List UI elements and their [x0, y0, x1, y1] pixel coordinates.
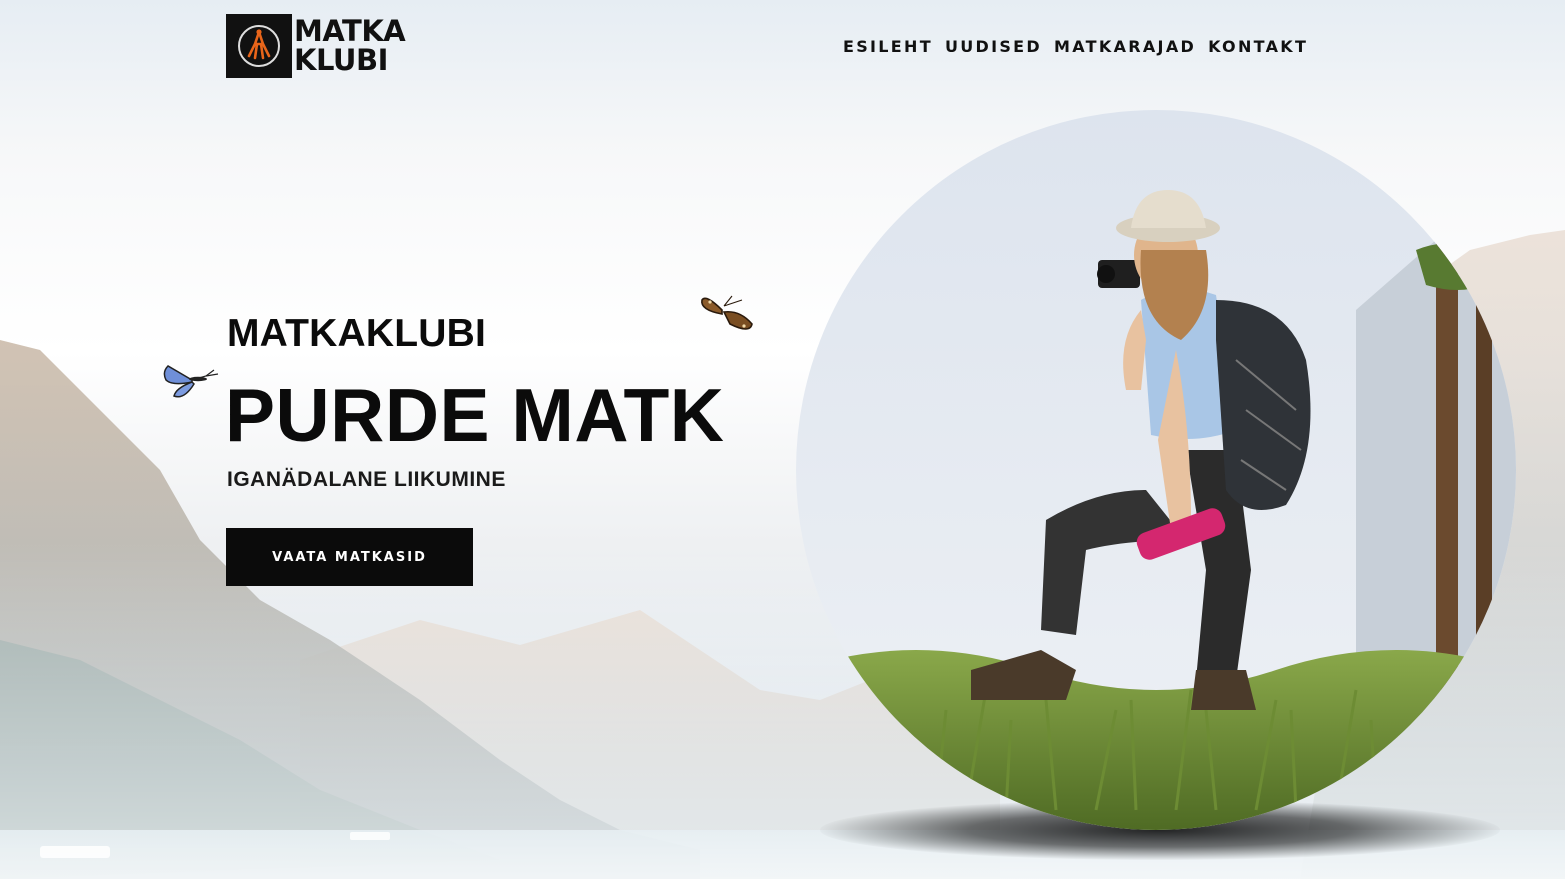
nav-item-esileht[interactable]: ESILEHT [843, 37, 933, 56]
nav-item-matkarajad[interactable]: MATKARAJAD [1054, 37, 1196, 56]
main-nav: ESILEHT UUDISED MATKARAJAD KONTAKT [843, 37, 1308, 56]
page: MATKA KLUBI ESILEHT UUDISED MATKARAJAD K… [0, 0, 1565, 879]
nav-item-uudised[interactable]: UUDISED [945, 37, 1042, 56]
hero-subtitle: IGANÄDALANE LIIKUMINE [227, 468, 506, 491]
hero-kicker: MATKAKLUBI [227, 312, 487, 355]
butterfly-icon [163, 365, 219, 398]
butterfly-icon [701, 295, 753, 330]
logo-wordmark: MATKA KLUBI [294, 14, 406, 77]
hero-title: PURDE MATK [225, 373, 725, 457]
nav-item-kontakt[interactable]: KONTAKT [1208, 37, 1308, 56]
view-hikes-button[interactable]: VAATA MATKASID [226, 528, 473, 586]
hero-photo-hiker [796, 110, 1516, 830]
site-logo[interactable]: MATKA KLUBI [226, 14, 406, 78]
logo-line-1: MATKA [294, 14, 406, 48]
logo-line-2: KLUBI [294, 43, 388, 77]
hiker-logo-icon [226, 14, 292, 78]
